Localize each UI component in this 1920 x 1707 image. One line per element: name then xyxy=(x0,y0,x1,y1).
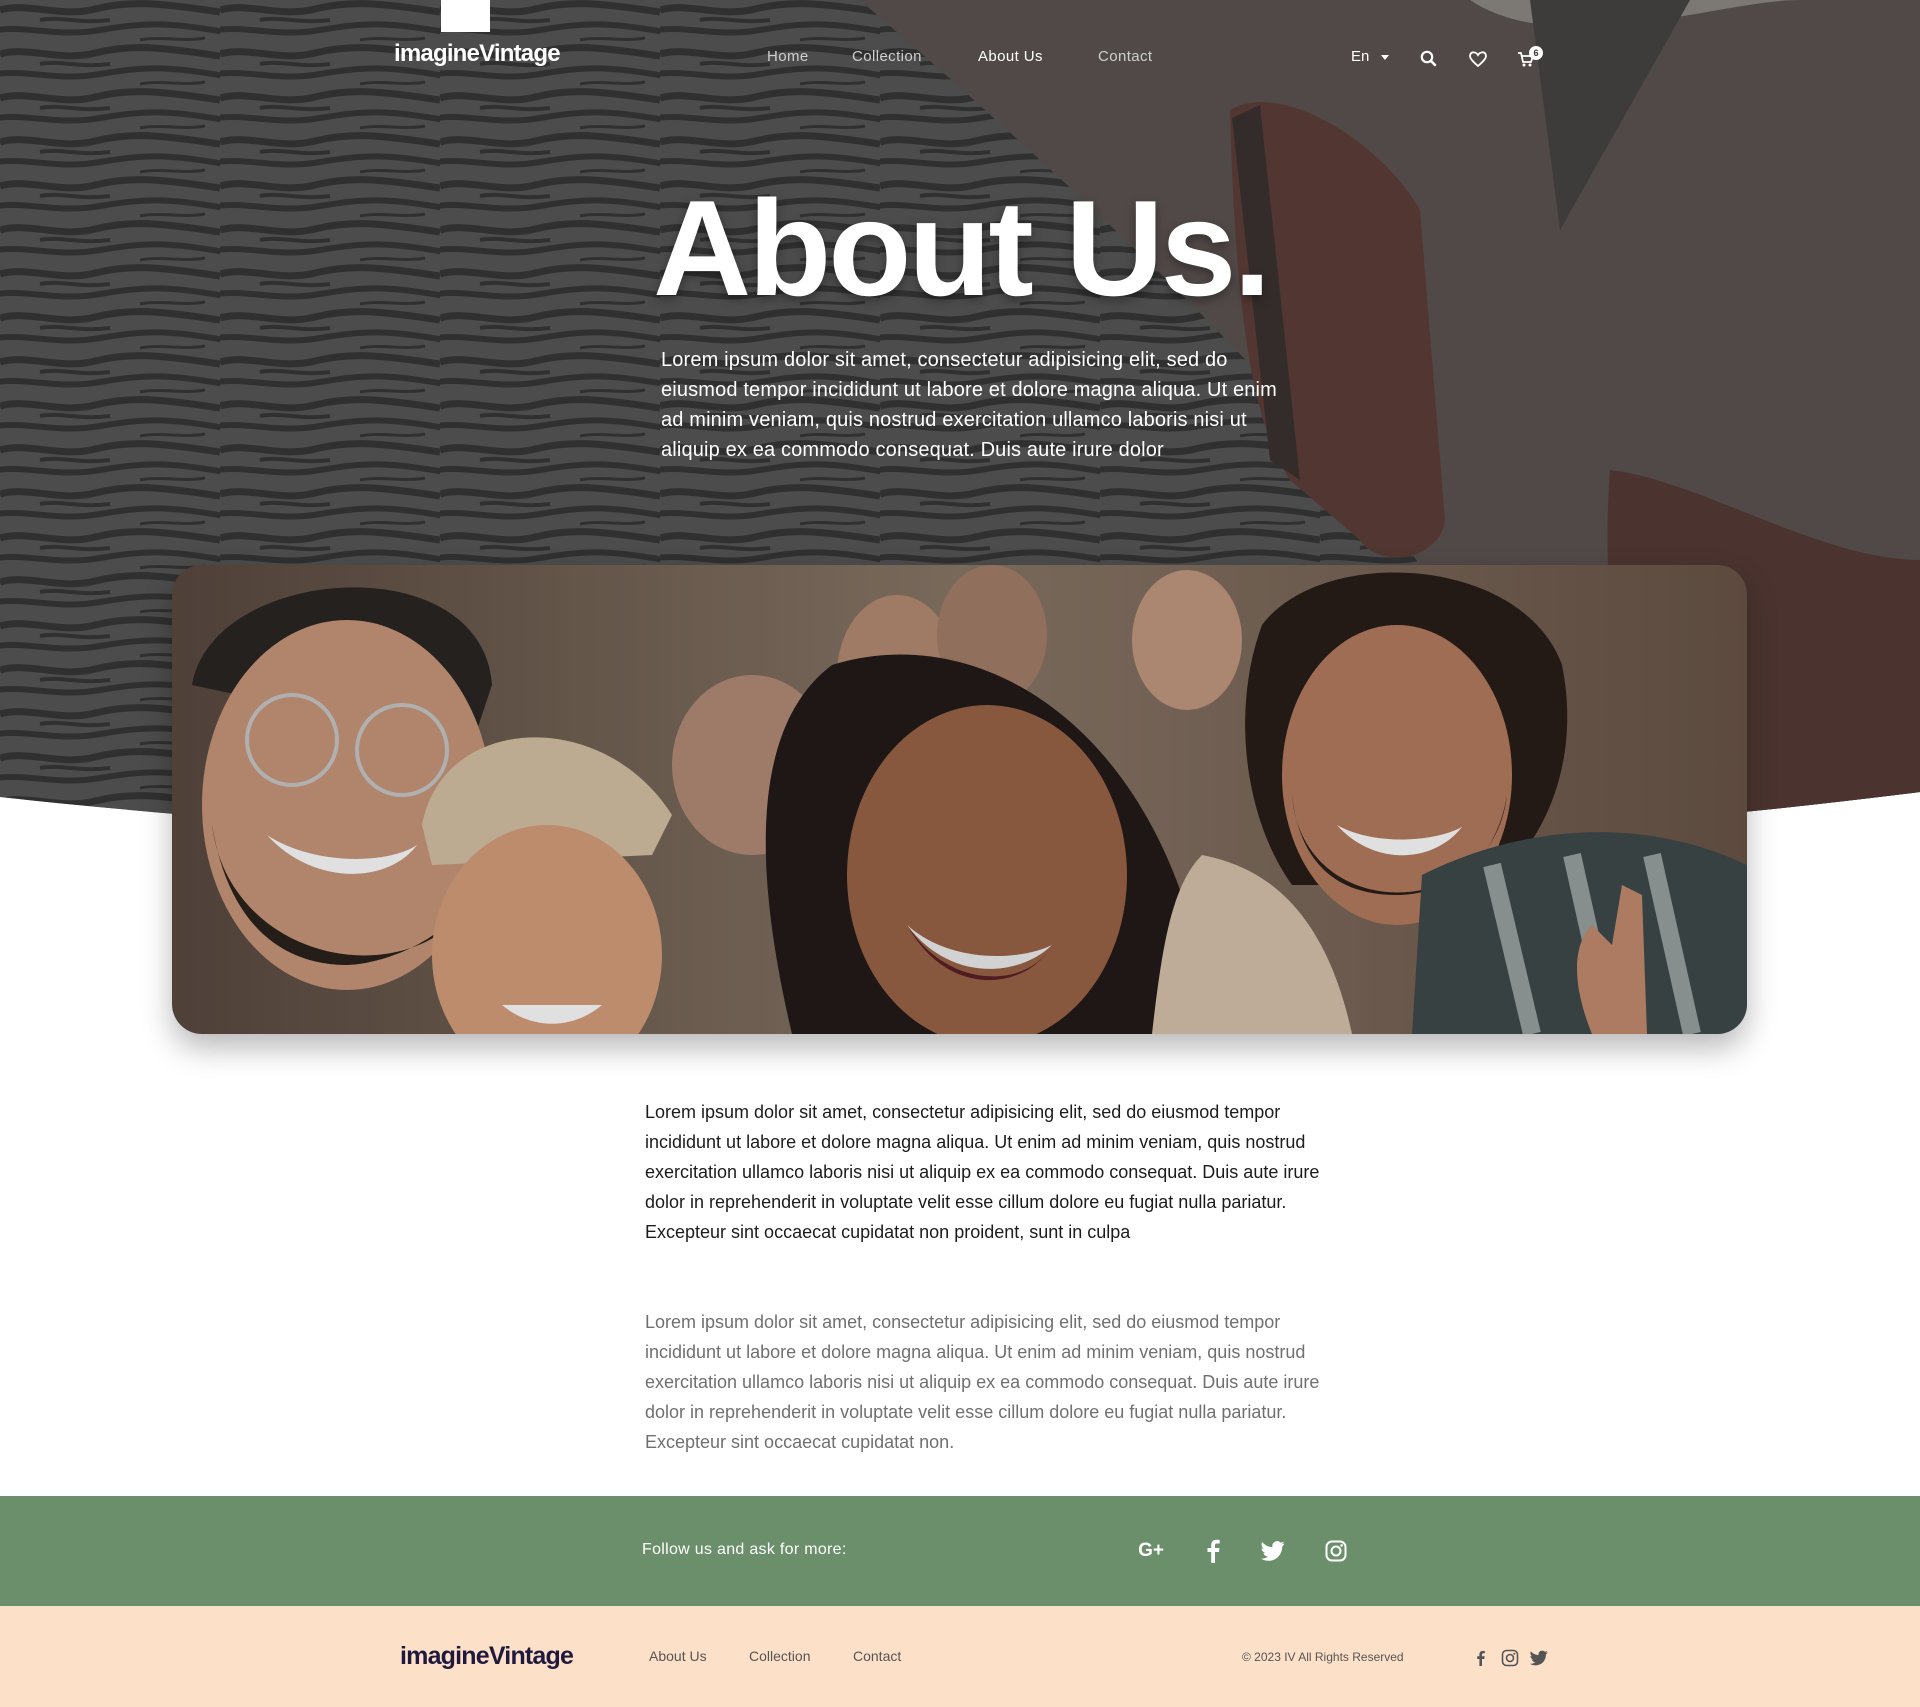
footer-link-contact[interactable]: Contact xyxy=(853,1648,901,1664)
nav-item-contact[interactable]: Contact xyxy=(1098,48,1153,65)
cart-count-badge: 6 xyxy=(1529,46,1543,60)
content-paragraph-primary: Lorem ipsum dolor sit amet, consectetur … xyxy=(645,1102,1320,1242)
team-photo-image xyxy=(172,565,1747,1034)
nav-item-home[interactable]: Home xyxy=(767,48,809,65)
footer-logo[interactable]: imagineVintage xyxy=(400,1642,574,1671)
chevron-down-icon[interactable] xyxy=(1381,55,1389,60)
follow-text: Follow us and ask for more: xyxy=(642,1541,847,1558)
instagram-icon[interactable] xyxy=(1321,1536,1351,1566)
search-icon[interactable] xyxy=(1418,48,1440,70)
nav-item-collection[interactable]: Collection xyxy=(852,48,922,65)
logo-mark xyxy=(441,0,490,32)
facebook-icon[interactable] xyxy=(1198,1536,1228,1566)
content-paragraph-secondary: Lorem ipsum dolor sit amet, consectetur … xyxy=(645,1312,1320,1452)
twitter-icon[interactable] xyxy=(1530,1649,1548,1667)
heart-icon[interactable] xyxy=(1467,48,1489,70)
instagram-icon[interactable] xyxy=(1501,1649,1519,1667)
language-selector[interactable]: En xyxy=(1351,48,1369,65)
hero-description: Lorem ipsum dolor sit amet, consectetur … xyxy=(661,349,1277,461)
page-title: About Us. xyxy=(653,172,1271,324)
follow-bar: Follow us and ask for more: G+ xyxy=(0,1496,1920,1606)
twitter-icon[interactable] xyxy=(1258,1536,1288,1566)
facebook-icon[interactable] xyxy=(1472,1649,1490,1667)
copyright-text: © 2023 IV All Rights Reserved xyxy=(1242,1650,1404,1664)
footer-link-about-us[interactable]: About Us xyxy=(649,1648,707,1664)
footer: imagineVintage About Us Collection Conta… xyxy=(0,1606,1920,1707)
footer-link-collection[interactable]: Collection xyxy=(749,1648,810,1664)
team-photo xyxy=(172,565,1747,1034)
main-nav: Home Collection About Us Contact xyxy=(0,48,1920,68)
nav-item-about-us[interactable]: About Us xyxy=(978,48,1043,65)
google-plus-icon[interactable]: G+ xyxy=(1136,1536,1166,1566)
